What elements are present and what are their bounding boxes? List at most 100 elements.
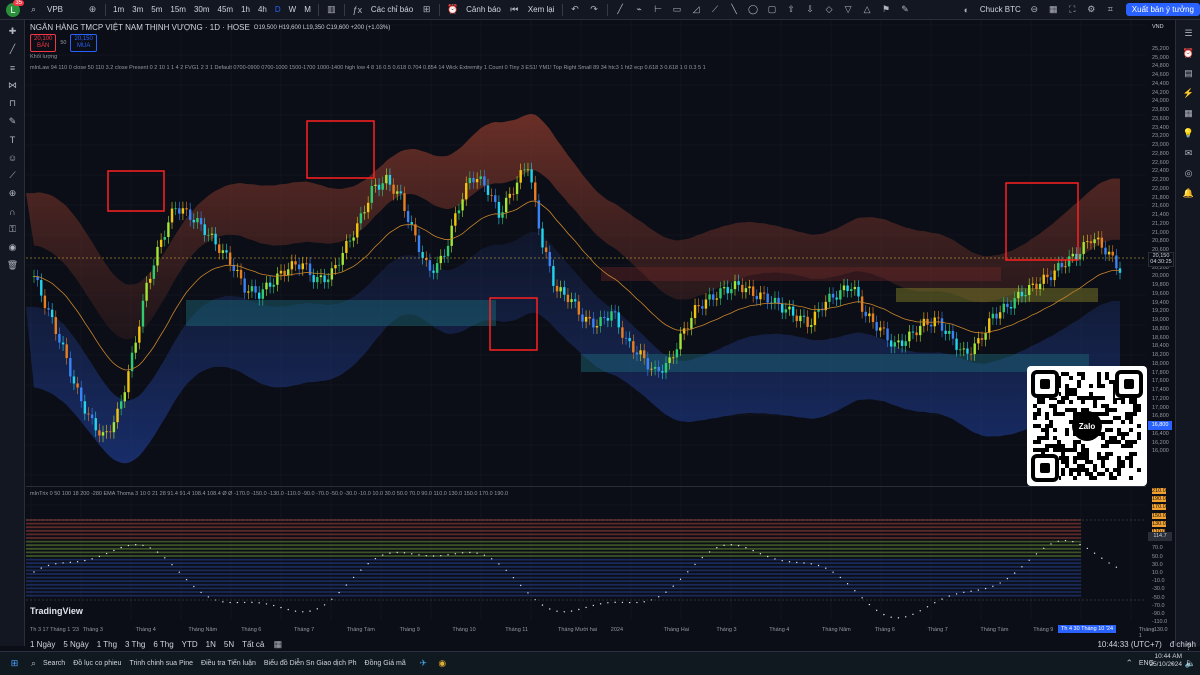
date-range-icon[interactable]: ▦: [271, 638, 284, 651]
interval-d[interactable]: D: [271, 5, 285, 14]
speaker-icon[interactable]: 🔈: [1184, 657, 1197, 670]
fullscreen-icon[interactable]: ⛶: [1066, 3, 1079, 16]
range-6m[interactable]: 6 Thg: [149, 640, 177, 649]
down-marker-icon[interactable]: ▽: [842, 3, 855, 16]
taskbar-search-icon[interactable]: ⌕: [27, 657, 40, 670]
fib-tool-icon[interactable]: ≡: [6, 61, 19, 74]
brush-tool-icon[interactable]: ✎: [6, 115, 19, 128]
zoom-tool-icon[interactable]: ⊕: [6, 187, 19, 200]
projection-tool-icon[interactable]: ⊓: [6, 97, 19, 110]
notifications-icon[interactable]: 🔔: [1182, 187, 1195, 200]
diamond-icon[interactable]: ◇: [823, 3, 836, 16]
trend-line-tool-icon[interactable]: ╱: [6, 43, 19, 56]
taskbar-app-5[interactable]: Đồng Giá mã: [365, 660, 406, 667]
layout-icon[interactable]: ▦: [1047, 3, 1060, 16]
interval-4h[interactable]: 4h: [254, 5, 271, 14]
interval-5m[interactable]: 5m: [147, 5, 166, 14]
interval-3m[interactable]: 3m: [128, 5, 147, 14]
chat-icon[interactable]: ✉: [1182, 147, 1195, 160]
data-window-icon[interactable]: ▤: [1182, 67, 1195, 80]
arrow-up-icon[interactable]: ⇧: [785, 3, 798, 16]
up-marker-icon[interactable]: △: [861, 3, 874, 16]
triangle-icon[interactable]: ◿: [690, 3, 703, 16]
hotlist-icon[interactable]: ⚡: [1182, 87, 1195, 100]
line-icon[interactable]: ╲: [728, 3, 741, 16]
ray-icon[interactable]: ⟋: [709, 3, 722, 16]
candle-type-icon[interactable]: ▥: [325, 3, 338, 16]
search-icon[interactable]: ⌕: [27, 3, 40, 16]
sell-button[interactable]: 20,100 BÁN: [30, 34, 57, 52]
interval-1h[interactable]: 1h: [237, 5, 254, 14]
minus-icon[interactable]: ⊖: [1028, 3, 1041, 16]
replay-icon[interactable]: ⏮: [508, 3, 521, 16]
indicators-icon[interactable]: ƒx: [351, 3, 364, 16]
buy-button[interactable]: 20,150 MUA: [70, 34, 97, 52]
time-axis[interactable]: Th 3 17 Tháng 1 '23 Tháng 3 Tháng 4 Tháng N…: [26, 626, 1154, 639]
windows-start-icon[interactable]: ⊞: [8, 657, 21, 670]
flag-icon[interactable]: ⚑: [880, 3, 893, 16]
replay-button[interactable]: Xem lại: [524, 5, 559, 14]
taskbar-app-3[interactable]: Điều tra Tiến luận: [201, 660, 256, 667]
circle-icon[interactable]: ◯: [747, 3, 760, 16]
taskbar-search[interactable]: Search: [43, 660, 65, 667]
taskbar-app-4[interactable]: Biểu đồ Diễn Sn Giao dịch Ph: [264, 660, 357, 667]
taskbar-app-2[interactable]: Trinh chinh sua Pine: [129, 660, 193, 667]
hide-drawings-icon[interactable]: ◉: [6, 241, 19, 254]
alert-button[interactable]: Cảnh báo: [462, 5, 505, 14]
rectangle-icon[interactable]: ▭: [671, 3, 684, 16]
calendar-icon[interactable]: ▦: [1182, 107, 1195, 120]
icon-tool-icon[interactable]: ☺: [6, 151, 19, 164]
telegram-icon[interactable]: ✈: [417, 657, 430, 670]
arrow-down-icon[interactable]: ⇩: [804, 3, 817, 16]
user-menu[interactable]: Chuck BTC: [976, 5, 1025, 14]
alert-icon[interactable]: ⏰: [446, 3, 459, 16]
ideas-icon[interactable]: 💡: [1182, 127, 1195, 140]
adjustment-mode[interactable]: đ chính: [1166, 640, 1200, 649]
streams-icon[interactable]: ◎: [1182, 167, 1195, 180]
frame-icon[interactable]: ▢: [766, 3, 779, 16]
redo-icon[interactable]: ↷: [588, 3, 601, 16]
oscillator-legend[interactable]: mInTrix 0 50 100 18 200 -280 EMA Thoma 3…: [30, 491, 508, 497]
add-symbol-icon[interactable]: ⊕: [86, 3, 99, 16]
brush-icon[interactable]: ✎: [899, 3, 912, 16]
watchlist-icon[interactable]: ☰: [1182, 27, 1195, 40]
system-clock[interactable]: 10:44 AM 25/10/2024: [1149, 653, 1182, 669]
templates-icon[interactable]: ⊞: [420, 3, 433, 16]
currency-label[interactable]: VND: [1152, 24, 1164, 30]
ruler-icon[interactable]: ⊢: [652, 3, 665, 16]
range-1d[interactable]: 1 Ngày: [26, 640, 59, 649]
interval-w[interactable]: W: [285, 5, 301, 14]
chrome-icon[interactable]: ◉: [436, 657, 449, 670]
crosshair-icon[interactable]: ✚: [6, 25, 19, 38]
avatar-icon[interactable]: ◐: [960, 3, 973, 16]
trash-icon[interactable]: 🗑: [6, 259, 19, 272]
range-5d[interactable]: 5 Ngày: [59, 640, 92, 649]
settings-icon[interactable]: ⚙: [1085, 3, 1098, 16]
lock-drawings-icon[interactable]: ⚿: [6, 223, 19, 236]
undo-icon[interactable]: ↶: [569, 3, 582, 16]
snapshot-icon[interactable]: ⌗: [1104, 3, 1117, 16]
interval-m[interactable]: M: [300, 5, 315, 14]
zigzag-icon[interactable]: ⌁: [633, 3, 646, 16]
interval-15m[interactable]: 15m: [166, 5, 190, 14]
price-chart[interactable]: [26, 20, 1146, 626]
publish-idea-button[interactable]: Xuất bản ý tưởng: [1125, 3, 1200, 16]
volume-legend[interactable]: Khối lượng: [30, 54, 57, 60]
symbol-title[interactable]: NGÂN HÀNG TMCP VIỆT NAM THỊNH VƯỢNG · 1D…: [30, 23, 250, 32]
interval-45m[interactable]: 45m: [214, 5, 238, 14]
range-3m[interactable]: 3 Thg: [121, 640, 149, 649]
measure-tool-icon[interactable]: ⟋: [6, 169, 19, 182]
interval-1m[interactable]: 1m: [109, 5, 128, 14]
interval-30m[interactable]: 30m: [190, 5, 214, 14]
taskbar-app-1[interactable]: Đồ lục co phieu: [73, 660, 121, 667]
range-ytd[interactable]: YTD: [178, 640, 202, 649]
tray-arrow-icon[interactable]: ⌃: [1123, 657, 1136, 670]
pattern-tool-icon[interactable]: ⋈: [6, 79, 19, 92]
indicators-button[interactable]: Các chỉ báo: [367, 5, 417, 14]
trend-line-icon[interactable]: ╱: [614, 3, 627, 16]
alerts-panel-icon[interactable]: ⏰: [1182, 47, 1195, 60]
tradingview-logo-icon[interactable]: L 35: [6, 0, 24, 17]
range-5y[interactable]: 5N: [220, 640, 238, 649]
range-1m[interactable]: 1 Thg: [93, 640, 121, 649]
clock-readout[interactable]: 10:44:33 (UTC+7): [1093, 640, 1165, 649]
